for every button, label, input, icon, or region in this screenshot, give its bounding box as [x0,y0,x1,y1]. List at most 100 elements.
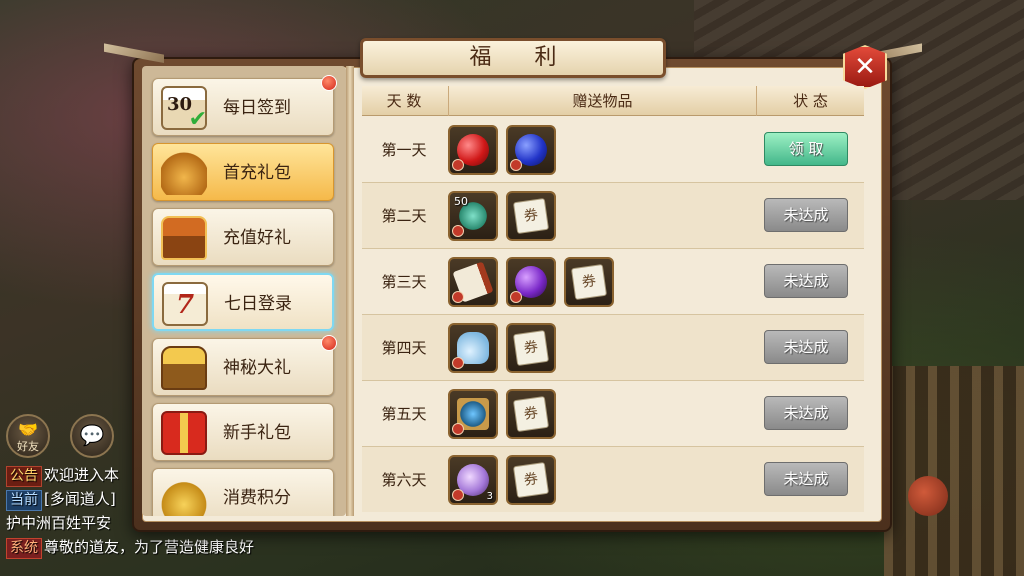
background-fence [884,366,1024,576]
seal-icon [510,159,522,171]
day-label: 第一天 [381,141,427,159]
gift-box-icon [161,411,207,455]
header-day: 天 数 [386,92,422,110]
sidebar-item-label: 神秘大礼 [223,358,291,378]
item-count: 50 [454,195,468,208]
close-icon: ✕ [854,52,876,82]
not-achieved-button[interactable]: 未达成 [764,396,848,430]
ticket-glyph: 券 [522,471,540,489]
table-row: 第一天 领 取 [362,117,864,183]
chat-tag-system: 系统 [6,538,42,559]
ticket-glyph: 券 [522,207,540,225]
sidebar-item-seven-day-login[interactable]: 7 七日登录 [152,273,334,331]
treasure-chest-icon [161,216,207,260]
ticket-icon: 券 [512,329,550,367]
sidebar-item-mystery-gift[interactable]: 神秘大礼 [152,335,337,396]
sidebar-item-label: 消费积分 [223,488,291,508]
sidebar-item-label: 七日登录 [224,294,292,314]
chat-buttons: 🤝 好友 💬 [6,414,116,458]
reward-item-slot[interactable] [448,125,498,175]
panel-divider [346,66,354,516]
seal-icon [452,225,464,237]
ticket-glyph: 券 [580,273,598,291]
seal-icon [452,291,464,303]
reward-item-slot[interactable]: 50 [448,191,498,241]
chat-button[interactable]: 💬 [70,414,114,458]
sidebar-item-newbie-pack[interactable]: 新手礼包 [152,403,334,461]
reward-item-slot[interactable] [448,389,498,439]
item-count: 3 [486,491,493,502]
ticket-icon: 券 [512,461,550,499]
chat-line: 系统 尊敬的道友，为了营造健康良好 [6,535,326,559]
sidebar-item-label: 每日签到 [223,98,291,118]
ticket-icon: 券 [570,263,608,301]
chat-text: 欢迎进入本 [44,466,120,484]
seal-icon [452,489,464,501]
speech-bubble-icon: 💬 [79,423,105,447]
table-row: 第四天 券 未达成 [362,315,864,381]
sidebar-item-spending-points[interactable]: 消费积分 [152,468,334,516]
background-lantern [908,476,948,516]
chat-tag-current: 当前 [6,490,42,511]
chat-tag-announcement: 公告 [6,466,42,487]
table-row: 第六天 3 券 未达成 [362,447,864,512]
ticket-icon: 券 [512,395,550,433]
table-row: 第三天 券 未达成 [362,249,864,315]
sidebar-item-label: 充值好礼 [223,228,291,248]
reward-item-slot[interactable] [448,257,498,307]
chat-text: 护中洲百姓平安 [6,514,112,532]
money-bag-icon [161,151,207,195]
reward-item-slot[interactable]: 券 [506,389,556,439]
claim-button[interactable]: 领 取 [764,132,848,166]
chat-text: [多闻道人] [44,490,116,508]
day-label: 第二天 [381,207,427,225]
notification-badge [321,75,337,91]
not-achieved-button[interactable]: 未达成 [764,198,848,232]
friends-button[interactable]: 🤝 好友 [6,414,50,458]
header-items: 赠送物品 [448,86,756,116]
gold-coins-icon [161,476,207,516]
table-row: 第二天 50 券 未达成 [362,183,864,249]
friends-label: 好友 [17,440,39,453]
open-chest-icon [161,346,207,390]
seal-icon [452,423,464,435]
sidebar-item-label: 新手礼包 [223,423,291,443]
reward-item-slot[interactable]: 券 [506,191,556,241]
reward-item-slot[interactable]: 券 [506,323,556,373]
sidebar-item-label: 首充礼包 [223,163,291,183]
sidebar-item-recharge-gift[interactable]: 充值好礼 [152,208,334,266]
calendar-30-icon: 30 ✔ [161,86,207,132]
not-achieved-button[interactable]: 未达成 [764,264,848,298]
close-button[interactable]: ✕ [843,45,887,89]
not-achieved-button[interactable]: 未达成 [764,462,848,496]
reward-item-slot[interactable] [448,323,498,373]
notification-badge [321,335,337,351]
calendar-number: 7 [176,290,195,320]
calendar-7-icon: 7 [162,282,208,326]
header-status: 状 态 [756,86,864,116]
day-label: 第四天 [381,339,427,357]
ticket-glyph: 券 [522,405,540,423]
ticket-icon: 券 [512,197,550,235]
seal-icon [452,357,464,369]
panel-title-banner: 福 利 [360,38,666,78]
seal-icon [510,291,522,303]
seal-icon [452,159,464,171]
reward-item-slot[interactable] [506,257,556,307]
reward-table: 天 数 赠送物品 状 态 第一天 领 取 第二天 50 券 未达成 第三天 券 … [362,86,864,512]
ticket-glyph: 券 [522,339,540,357]
day-label: 第五天 [381,405,427,423]
table-header: 天 数 赠送物品 状 态 [362,86,864,116]
sidebar-item-daily-signin[interactable]: 30 ✔ 每日签到 [152,75,337,136]
reward-item-slot[interactable] [506,125,556,175]
sidebar: 30 ✔ 每日签到 首充礼包 充值好礼 7 七日登录 神秘大礼 新手礼包 消费积… [142,66,346,516]
day-label: 第六天 [381,471,427,489]
panel-title: 福 利 [469,45,575,70]
reward-item-slot[interactable]: 券 [506,455,556,505]
reward-item-slot[interactable]: 券 [564,257,614,307]
table-row: 第五天 券 未达成 [362,381,864,447]
reward-item-slot[interactable]: 3 [448,455,498,505]
sidebar-item-first-recharge[interactable]: 首充礼包 [152,143,334,201]
not-achieved-button[interactable]: 未达成 [764,330,848,364]
check-icon: ✔ [188,107,207,132]
